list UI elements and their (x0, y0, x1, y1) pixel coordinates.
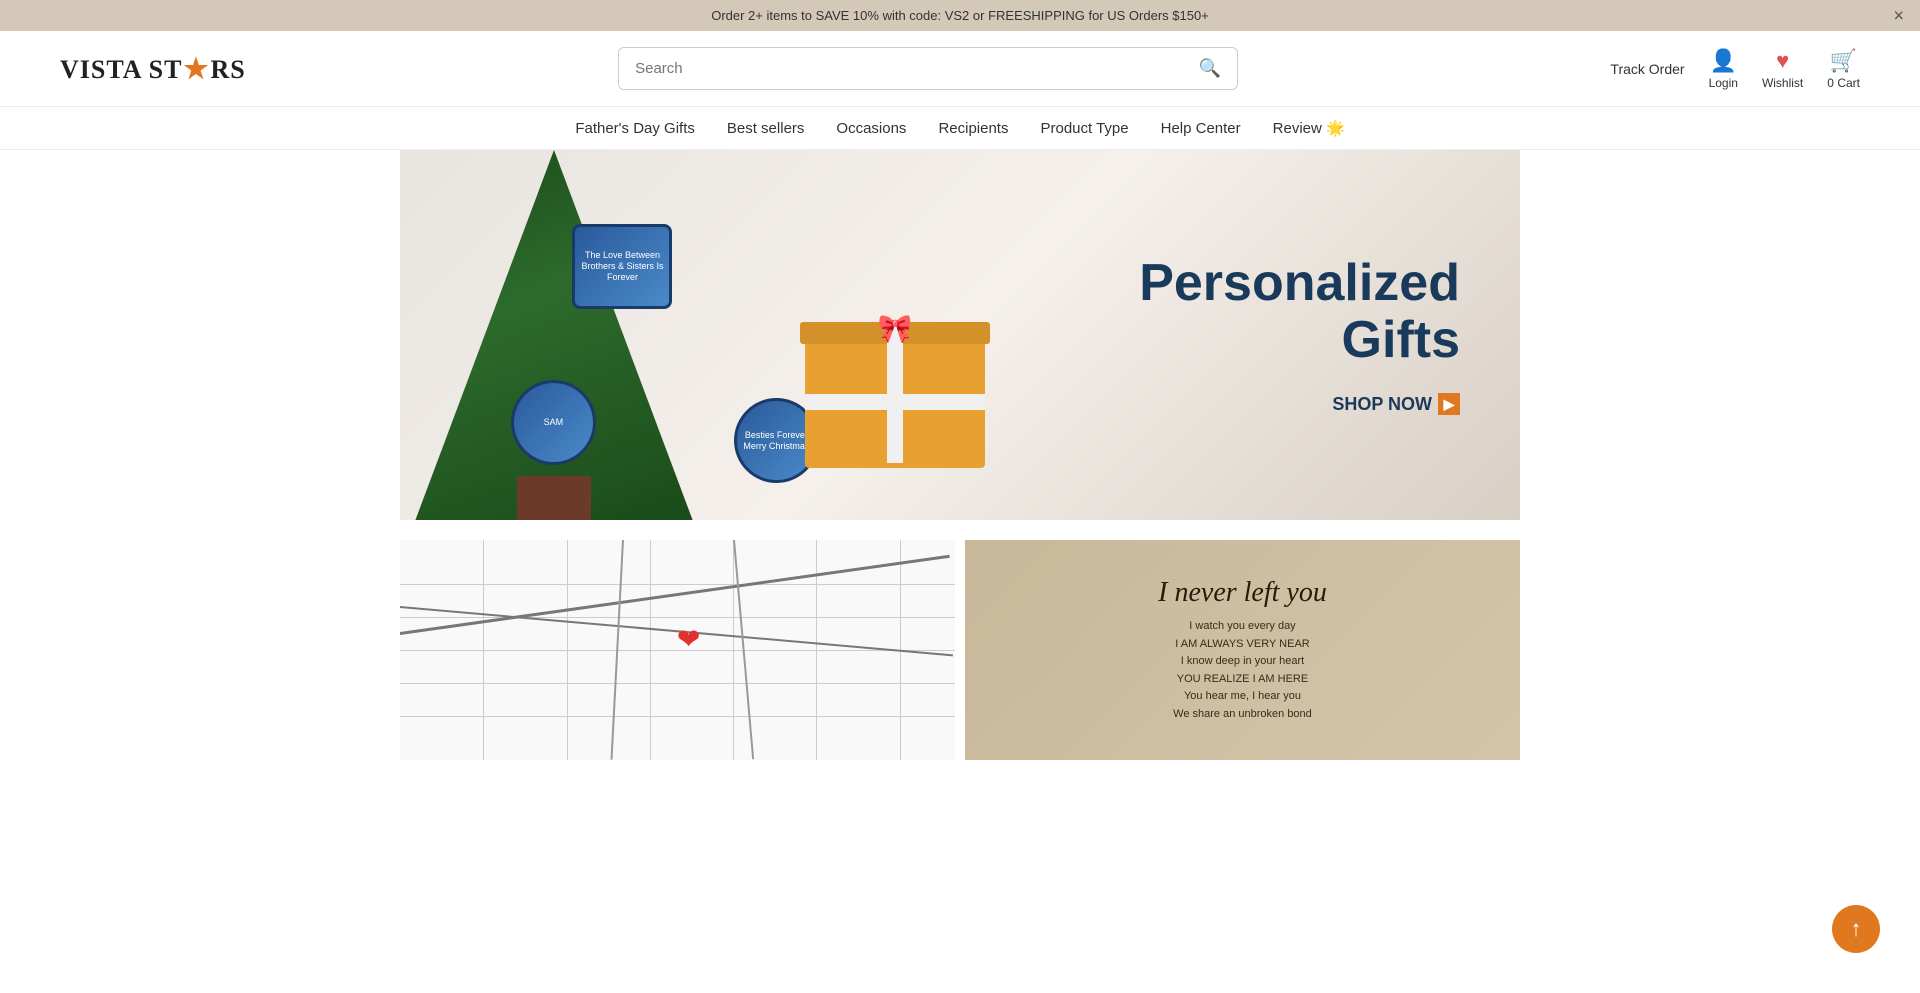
announcement-close-button[interactable]: × (1893, 5, 1904, 26)
search-input[interactable] (619, 48, 1183, 89)
logo-part1: VISTA ST (60, 55, 182, 84)
cart-text: Cart (1837, 76, 1860, 90)
ornament2-text: SAM (540, 413, 568, 432)
canvas-sub-line: YOU REALIZE I AM HERE (1158, 671, 1327, 689)
map-product-card[interactable]: ❤ (400, 540, 955, 760)
canvas-text-block: I never left you I watch you every dayI … (1158, 576, 1327, 723)
nav-item-product-type[interactable]: Product Type (1040, 120, 1128, 137)
login-button[interactable]: 👤 Login (1709, 48, 1738, 90)
canvas-sub-line: We share an unbroken bond (1158, 706, 1327, 724)
wishlist-label: Wishlist (1762, 76, 1803, 90)
logo-star-icon: ★ (183, 54, 209, 85)
search-form: 🔍 (618, 47, 1238, 90)
nav-item-review[interactable]: Review 🌟 (1273, 119, 1345, 137)
arrow-right-icon: ▶ (1438, 393, 1460, 415)
cart-label: 0 Cart (1827, 76, 1860, 90)
logo[interactable]: VISTA ST★RS (60, 52, 246, 86)
nav-item-recipients[interactable]: Recipients (938, 120, 1008, 137)
track-order-link[interactable]: Track Order (1610, 61, 1684, 77)
hero-banner: The Love Between Brothers & Sisters Is F… (400, 150, 1520, 520)
header-right: Track Order 👤 Login ♥ Wishlist 🛒 0 Cart (1610, 48, 1860, 90)
cart-count: 0 (1827, 76, 1834, 90)
track-order-label: Track Order (1610, 61, 1684, 77)
christmas-tree-icon (400, 150, 708, 520)
cart-icon: 🛒 (1830, 48, 1857, 74)
ornament1-text: The Love Between Brothers & Sisters Is F… (575, 246, 669, 286)
canvas-sub-line: I know deep in your heart (1158, 653, 1327, 671)
gift-box-body (805, 340, 985, 468)
canvas-sub-line: You hear me, I hear you (1158, 688, 1327, 706)
nav-item-fathers-day[interactable]: Father's Day Gifts (575, 120, 695, 137)
nav-item-help-center[interactable]: Help Center (1161, 120, 1241, 137)
user-icon: 👤 (1710, 48, 1737, 74)
tree-trunk (517, 476, 591, 520)
map-visual: ❤ (400, 540, 955, 760)
hero-title: Personalized Gifts (1036, 255, 1460, 369)
products-section: ❤ I never left you I watch you every day… (400, 540, 1520, 760)
canvas-sub-line: I watch you every day (1158, 618, 1327, 636)
search-button[interactable]: 🔍 (1183, 48, 1237, 89)
map-heart-pin-icon: ❤ (677, 623, 700, 656)
gift-ribbon-horizontal (805, 394, 985, 410)
logo-text: VISTA ST★RS (60, 52, 246, 86)
canvas-visual: I never left you I watch you every dayI … (965, 540, 1520, 760)
cart-button[interactable]: 🛒 0 Cart (1827, 48, 1860, 90)
ornament3-text: Besties Forever Merry Christmas (737, 426, 816, 456)
gift-bow-icon: 🎀 (878, 312, 913, 345)
header: VISTA ST★RS 🔍 Track Order 👤 Login ♥ (0, 31, 1920, 107)
gift-box: 🎀 (805, 340, 985, 490)
search-container: 🔍 (618, 47, 1238, 90)
hero-image-area: The Love Between Brothers & Sisters Is F… (400, 150, 1016, 520)
hero-text: Personalized Gifts SHOP NOW ▶ (1016, 215, 1520, 455)
canvas-main-text: I never left you (1158, 576, 1327, 610)
scroll-to-top-button[interactable]: ↑ (1832, 905, 1880, 953)
shop-now-label: SHOP NOW (1332, 394, 1432, 415)
shop-now-button[interactable]: SHOP NOW ▶ (1332, 393, 1460, 415)
login-label: Login (1709, 76, 1738, 90)
canvas-sub-line: I AM ALWAYS VERY NEAR (1158, 636, 1327, 654)
announcement-bar: Order 2+ items to SAVE 10% with code: VS… (0, 0, 1920, 31)
ornament-sam: SAM (511, 380, 596, 465)
nav-item-occasions[interactable]: Occasions (836, 120, 906, 137)
heart-icon: ♥ (1776, 48, 1789, 74)
navbar: Father's Day Gifts Best sellers Occasions R… (0, 107, 1920, 150)
logo-part2: RS (211, 55, 246, 84)
nav-item-best-sellers[interactable]: Best sellers (727, 120, 805, 137)
canvas-sub-text: I watch you every dayI AM ALWAYS VERY NE… (1158, 618, 1327, 724)
ornament-brothers-sisters: The Love Between Brothers & Sisters Is F… (572, 224, 672, 309)
announcement-text: Order 2+ items to SAVE 10% with code: VS… (711, 8, 1209, 23)
search-icon: 🔍 (1199, 58, 1221, 78)
scroll-top-icon: ↑ (1851, 916, 1862, 942)
wishlist-button[interactable]: ♥ Wishlist (1762, 48, 1803, 90)
canvas-product-card[interactable]: I never left you I watch you every dayI … (965, 540, 1520, 760)
